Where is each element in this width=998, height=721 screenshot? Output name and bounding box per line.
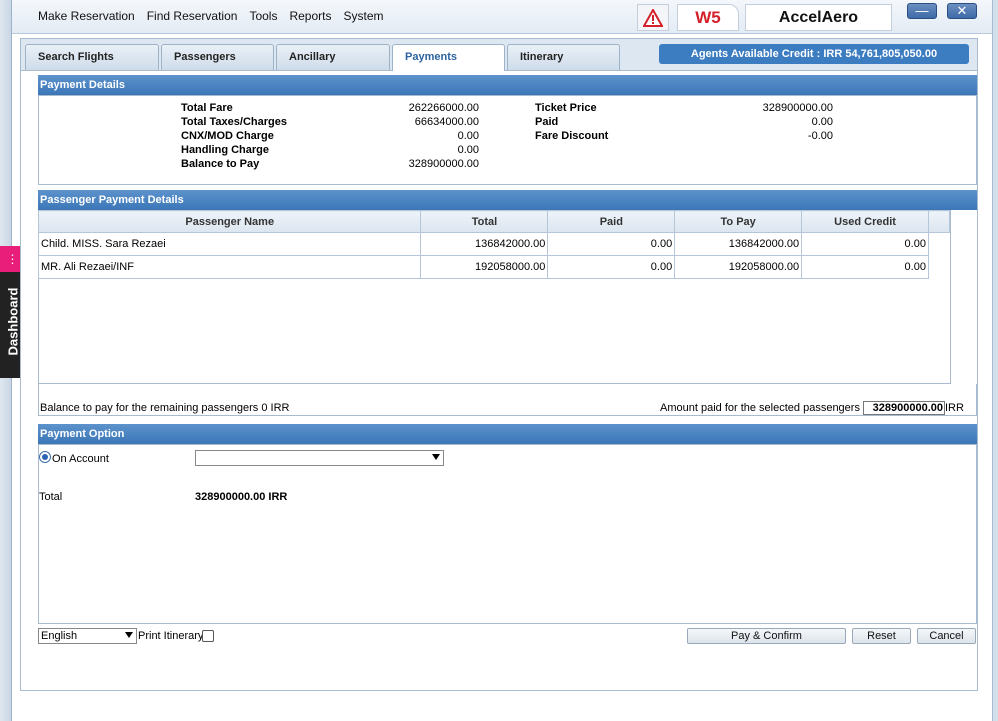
cell-total: 192058000.00 <box>420 255 549 279</box>
cell-paid: 0.00 <box>547 232 676 256</box>
menu-reports[interactable]: Reports <box>289 9 331 23</box>
payment-option-panel <box>38 444 977 624</box>
table-row[interactable]: MR. Ali Rezaei/INF 192058000.00 0.00 192… <box>37 255 950 279</box>
cell-spacer <box>928 256 949 279</box>
payment-details-header: Payment Details <box>38 75 977 95</box>
paid-label: Paid <box>535 116 559 128</box>
ticket-price-label: Ticket Price <box>535 102 597 114</box>
payment-option-header: Payment Option <box>38 424 977 444</box>
accelaero-logo: AccelAero <box>745 4 892 31</box>
main-container: Search Flights Passengers Ancillary Paym… <box>20 38 978 691</box>
payment-details-panel <box>38 95 977 185</box>
total-label: Total <box>39 491 63 503</box>
reset-button[interactable]: Reset <box>852 628 911 644</box>
cell-used-credit: 0.00 <box>801 232 929 256</box>
tab-search-flights[interactable]: Search Flights <box>25 44 159 70</box>
paid-value: 0.00 <box>811 116 833 128</box>
main-menu: Make Reservation Find Reservation Tools … <box>38 9 396 23</box>
total-fare-label: Total Fare <box>181 102 233 114</box>
language-select[interactable]: English <box>38 628 137 644</box>
dashboard-label: Dashboard <box>5 287 21 356</box>
amount-paid-label: Amount paid for the selected passengers … <box>660 402 867 414</box>
total-fare-value: 262266000.00 <box>408 102 479 114</box>
amount-paid-input[interactable] <box>863 401 945 415</box>
handling-charge-label: Handling Charge <box>181 144 270 156</box>
on-account-label: On Account <box>52 453 109 465</box>
chevron-down-icon <box>432 454 440 460</box>
ticket-price-value: 328900000.00 <box>762 102 833 114</box>
amount-currency: IRR <box>945 402 964 414</box>
tab-itinerary[interactable]: Itinerary <box>507 44 620 70</box>
cnx-mod-charge-label: CNX/MOD Charge <box>181 130 274 142</box>
close-button[interactable]: ✕ <box>947 3 977 19</box>
close-icon: ✕ <box>956 3 968 18</box>
airline-code-logo: W5 <box>677 4 739 31</box>
total-value: 328900000.00 IRR <box>195 491 288 503</box>
handling-charge-value: 0.00 <box>457 144 479 156</box>
balance-to-pay-label: Balance to Pay <box>181 158 260 170</box>
tab-passengers[interactable]: Passengers <box>161 44 274 70</box>
cell-to-pay: 136842000.00 <box>674 232 803 256</box>
cell-to-pay: 192058000.00 <box>674 255 803 279</box>
language-select-value: English <box>41 630 78 642</box>
menu-find-reservation[interactable]: Find Reservation <box>147 9 238 23</box>
menu-bar: Make Reservation Find Reservation Tools … <box>12 0 992 34</box>
tab-ancillary[interactable]: Ancillary <box>276 44 390 70</box>
col-passenger-name[interactable]: Passenger Name <box>37 210 422 233</box>
tab-payments[interactable]: Payments <box>392 44 505 71</box>
balance-to-pay-value: 328900000.00 <box>408 158 479 170</box>
col-paid[interactable]: Paid <box>547 210 676 233</box>
menu-system[interactable]: System <box>343 9 383 23</box>
warning-button[interactable] <box>637 4 669 31</box>
menu-tools[interactable]: Tools <box>249 9 277 23</box>
total-taxes-label: Total Taxes/Charges <box>181 116 287 128</box>
cell-passenger-name: MR. Ali Rezaei/INF <box>37 255 422 279</box>
print-itinerary-checkbox[interactable] <box>202 630 214 642</box>
cell-used-credit: 0.00 <box>801 255 929 279</box>
balance-remaining-text: Balance to pay for the remaining passeng… <box>40 402 290 414</box>
brand-area: W5 AccelAero <box>637 4 892 31</box>
total-taxes-value: 66634000.00 <box>414 116 479 128</box>
fare-discount-label: Fare Discount <box>535 130 609 142</box>
cell-spacer <box>928 233 949 256</box>
warning-icon <box>643 8 663 27</box>
passenger-payment-header: Passenger Payment Details <box>38 190 977 210</box>
chevron-down-icon <box>125 632 133 638</box>
cancel-button[interactable]: Cancel <box>917 628 976 644</box>
col-spacer <box>927 210 951 233</box>
table-row[interactable]: Child. MISS. Sara Rezaei 136842000.00 0.… <box>37 232 950 256</box>
col-total[interactable]: Total <box>420 210 549 233</box>
passenger-payment-table: Passenger Name Total Paid To Pay Used Cr… <box>37 210 951 279</box>
fare-discount-value: -0.00 <box>807 130 833 142</box>
minimize-button[interactable]: — <box>907 3 937 19</box>
col-used-credit[interactable]: Used Credit <box>801 210 929 233</box>
col-to-pay[interactable]: To Pay <box>674 210 803 233</box>
window-frame-right <box>992 0 998 721</box>
table-header-row: Passenger Name Total Paid To Pay Used Cr… <box>37 210 951 233</box>
cell-total: 136842000.00 <box>420 232 549 256</box>
account-select[interactable] <box>195 450 444 466</box>
cell-paid: 0.00 <box>547 255 676 279</box>
cell-passenger-name: Child. MISS. Sara Rezaei <box>37 232 422 256</box>
print-itinerary-label: Print Itinerary <box>138 630 204 642</box>
agent-credit-badge: Agents Available Credit : IRR 54,761,805… <box>659 44 969 64</box>
pay-confirm-button[interactable]: Pay & Confirm <box>687 628 846 644</box>
minimize-icon: — <box>915 3 929 18</box>
cnx-mod-charge-value: 0.00 <box>457 130 479 142</box>
menu-make-reservation[interactable]: Make Reservation <box>38 9 135 23</box>
tab-strip: Search Flights Passengers Ancillary Paym… <box>21 39 977 71</box>
on-account-radio[interactable] <box>39 451 51 463</box>
